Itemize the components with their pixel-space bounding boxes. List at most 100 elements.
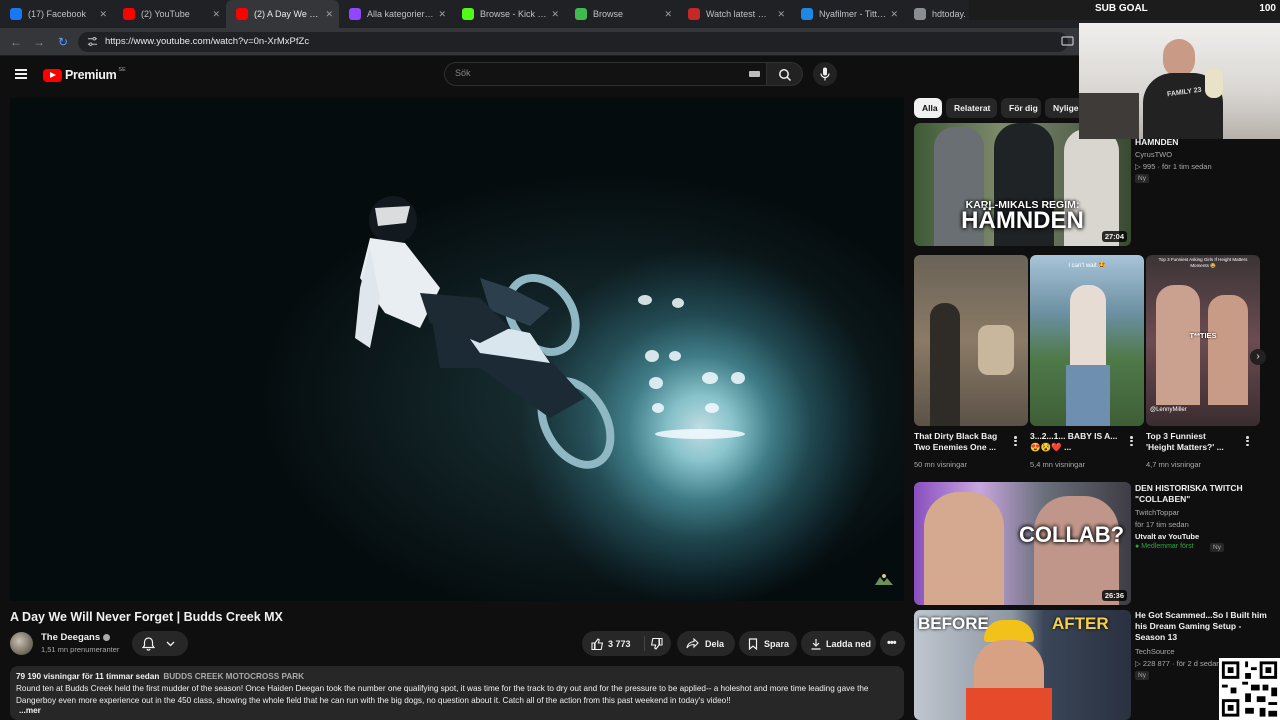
thumbnail-person	[978, 325, 1014, 375]
more-actions-button[interactable]: •••	[880, 631, 905, 656]
close-tab-icon[interactable]: ✕	[438, 9, 446, 20]
reload-icon[interactable]: ↻	[55, 34, 71, 50]
close-tab-icon[interactable]: ✕	[890, 9, 898, 20]
keyboard-icon[interactable]	[749, 71, 760, 77]
more-vertical-icon[interactable]	[1130, 436, 1133, 447]
forward-icon[interactable]: →	[31, 34, 47, 50]
chip-related[interactable]: Relaterat	[946, 98, 997, 118]
download-button[interactable]: Ladda ned	[801, 631, 876, 656]
short-title-line: That Dirty Black Bag	[914, 431, 998, 441]
video-title: A Day We Will Never Forget | Budds Creek…	[10, 610, 283, 624]
close-tab-icon[interactable]: ✕	[99, 9, 107, 20]
thumbnail-hard-hat	[984, 620, 1034, 642]
voice-search-button[interactable]	[813, 62, 837, 86]
tab-title: (2) A Day We Will	[254, 9, 322, 19]
sidebar-video-meta-text: 995 · för 1 tim sedan	[1142, 162, 1212, 171]
channel-avatar[interactable]	[10, 632, 33, 655]
subscription-bell-button[interactable]	[132, 631, 188, 656]
sidebar-channel[interactable]: TechSource	[1135, 647, 1175, 656]
address-bar[interactable]: https://www.youtube.com/watch?v=0n-XrMxP…	[78, 32, 1068, 52]
chevron-down-icon	[166, 641, 175, 647]
like-button[interactable]: 3 773	[582, 631, 644, 656]
tab-title: (2) YouTube	[141, 9, 190, 19]
close-tab-icon[interactable]: ✕	[325, 9, 333, 20]
download-icon	[811, 638, 821, 650]
youtube-play-logo-icon	[43, 68, 62, 82]
channel-watermark-icon[interactable]	[874, 573, 894, 587]
save-label: Spara	[764, 639, 790, 649]
new-badge: Ny	[1210, 543, 1224, 552]
video-thumbnail[interactable]: COLLAB? 26:36	[914, 482, 1131, 605]
sidebar-video-title-line: "COLLABEN"	[1135, 494, 1191, 504]
browser-tab[interactable]: Browse - Kick Stre ✕	[452, 0, 565, 28]
video-player[interactable]	[10, 98, 904, 601]
sidebar-video-meta: ▷ 228 877 · för 2 d sedan	[1135, 659, 1220, 668]
duration-badge: 27:04	[1101, 231, 1127, 242]
close-tab-icon[interactable]: ✕	[777, 9, 785, 20]
microphone-icon	[820, 67, 830, 81]
tab-title: Browse - Kick Stre	[480, 9, 548, 19]
browser-tab[interactable]: (17) Facebook ✕	[0, 0, 113, 28]
sidebar-video-meta: för 17 tim sedan	[1135, 520, 1189, 529]
tab-favicon-icon	[688, 8, 700, 20]
browser-tab[interactable]: Alla kategorier - Ti ✕	[339, 0, 452, 28]
share-icon	[686, 638, 699, 649]
thumbnail-person	[1034, 496, 1119, 605]
browser-tab[interactable]: (2) A Day We Will ✕	[226, 0, 339, 28]
video-thumbnail[interactable]: BEFORE AFTER	[914, 610, 1131, 720]
sidebar-video-meta-text: 228 877 · för 2 d sedan	[1142, 659, 1221, 668]
url-text: https://www.youtube.com/watch?v=0n-XrMxP…	[105, 36, 310, 47]
sidebar-channel[interactable]: TwitchToppar	[1135, 508, 1179, 517]
youtube-premium-logo[interactable]: Premium SE	[43, 67, 126, 82]
sidebar-video-title[interactable]: DEN HISTORISKA TWITCH "COLLABEN"	[1135, 483, 1243, 505]
sidebar-channel[interactable]: CyrusTWO	[1135, 150, 1172, 159]
tab-favicon-icon	[349, 8, 361, 20]
webcam-streamer-head	[1163, 39, 1195, 77]
chip-for-you[interactable]: För dig	[1001, 98, 1041, 118]
qr-code-icon	[1219, 658, 1280, 720]
site-settings-icon[interactable]	[87, 36, 98, 47]
search-button[interactable]	[767, 62, 803, 86]
short-title-line: 'Height Matters?' ...	[1146, 442, 1224, 452]
tab-favicon-icon	[801, 8, 813, 20]
cast-icon[interactable]	[1061, 35, 1074, 48]
thumbnail-person	[930, 303, 960, 426]
location-tag[interactable]: BUDDS CREEK MOTOCROSS PARK	[163, 672, 304, 681]
close-tab-icon[interactable]: ✕	[551, 9, 559, 20]
search-input[interactable]: Sök	[444, 62, 767, 86]
sidebar-video-title[interactable]: He Got Scammed...So I Built him his Dream…	[1135, 610, 1267, 643]
like-count: 3 773	[608, 639, 631, 649]
short-views: 50 mn visningar	[914, 460, 967, 469]
short-title[interactable]: That Dirty Black Bag Two Enemies One ...	[914, 431, 997, 453]
channel-name[interactable]: The Deegans	[41, 632, 111, 643]
thumbnail-caption: COLLAB?	[1019, 522, 1125, 547]
short-title[interactable]: 3...2...1... BABY IS A... 😍😵❤️ ...	[1030, 431, 1117, 453]
more-vertical-icon[interactable]	[1246, 436, 1249, 447]
share-button[interactable]: Dela	[677, 631, 735, 656]
thumbnail-person	[1208, 295, 1248, 405]
browser-tab[interactable]: Nyafilmer - Titta p ✕	[791, 0, 904, 28]
dislike-button[interactable]	[645, 631, 671, 656]
browser-tab[interactable]: Watch latest movi ✕	[678, 0, 791, 28]
short-thumbnail[interactable]: I can't wait 🤩	[1030, 255, 1144, 426]
description-box[interactable]: 79 190 visningar för 11 timmar sedan BUDD…	[10, 666, 904, 720]
short-title-line: 3...2...1... BABY IS A...	[1030, 431, 1118, 441]
chevron-right-icon[interactable]: ›	[1250, 349, 1266, 365]
like-dislike-group: 3 773	[582, 631, 671, 656]
short-thumbnail[interactable]: Top 3 Funniest Asking Girls If Height Ma…	[1146, 255, 1260, 426]
browser-tab[interactable]: Browse ✕	[565, 0, 678, 28]
bell-icon	[142, 636, 155, 651]
short-thumbnail[interactable]	[914, 255, 1028, 426]
close-tab-icon[interactable]: ✕	[212, 9, 220, 20]
menu-icon[interactable]	[15, 69, 27, 79]
short-title[interactable]: Top 3 Funniest 'Height Matters?' ...	[1146, 431, 1224, 453]
short-title-line: 😍😵❤️ ...	[1030, 442, 1072, 452]
browser-tab[interactable]: (2) YouTube ✕	[113, 0, 226, 28]
video-thumbnail[interactable]: KARL-MIKALS REGIM: HÄMNDEN 27:04	[914, 123, 1131, 246]
save-button[interactable]: Spara	[739, 631, 797, 656]
close-tab-icon[interactable]: ✕	[664, 9, 672, 20]
back-icon[interactable]: ←	[8, 34, 24, 50]
chip-all[interactable]: Alla	[914, 98, 942, 118]
subscriber-count: 1,51 mn prenumeranter	[41, 645, 120, 654]
more-vertical-icon[interactable]	[1014, 436, 1017, 447]
